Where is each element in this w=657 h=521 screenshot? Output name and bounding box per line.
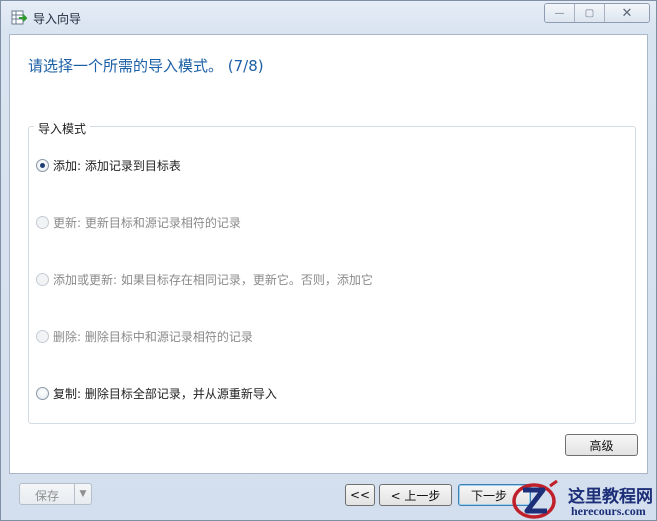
caption-buttons: — ▢ ✕ (544, 3, 650, 23)
import-mode-legend: 导入模式 (34, 120, 91, 137)
table-import-icon (11, 10, 29, 26)
radio-icon[interactable] (36, 387, 49, 400)
option-delete[interactable]: 删除: 删除目标中和源记录相符的记录 (36, 328, 253, 345)
title-bar[interactable]: 导入向导 — ▢ ✕ (1, 1, 656, 35)
option-copy[interactable]: 复制: 删除目标全部记录，并从源重新导入 (36, 385, 277, 402)
page-title: 请选择一个所需的导入模式。 (7/8) (28, 57, 264, 75)
wizard-page: 请选择一个所需的导入模式。 (7/8) 导入模式 添加: 添加记录到目标表 更新… (9, 34, 648, 474)
radio-icon[interactable] (36, 330, 49, 343)
minimize-button[interactable]: — (545, 4, 575, 22)
option-append[interactable]: 添加: 添加记录到目标表 (36, 157, 181, 174)
radio-selected-icon[interactable] (36, 159, 49, 172)
radio-icon[interactable] (36, 273, 49, 286)
save-button[interactable]: 保存 ▼ (19, 483, 92, 505)
option-update[interactable]: 更新: 更新目标和源记录相符的记录 (36, 214, 241, 231)
option-label: 添加: 添加记录到目标表 (53, 159, 181, 173)
radio-icon[interactable] (36, 216, 49, 229)
option-append-or-update[interactable]: 添加或更新: 如果目标存在相同记录，更新它。否则，添加它 (36, 271, 373, 288)
import-wizard-window: 导入向导 — ▢ ✕ 请选择一个所需的导入模式。 (7/8) 导入模式 添加: … (0, 0, 657, 521)
previous-button[interactable]: < 上一步 (379, 484, 452, 506)
maximize-button[interactable]: ▢ (575, 4, 605, 22)
advanced-button[interactable]: 高级 (565, 434, 638, 456)
dropdown-arrow-icon[interactable]: ▼ (74, 484, 91, 504)
option-label: 更新: 更新目标和源记录相符的记录 (53, 216, 241, 230)
first-page-button[interactable]: << (345, 484, 375, 506)
save-button-label: 保存 (35, 489, 60, 503)
site-watermark: 这里教程网 herecours.com (508, 478, 657, 521)
option-label: 删除: 删除目标中和源记录相符的记录 (53, 330, 253, 344)
watermark-url: herecours.com (571, 504, 646, 518)
close-button[interactable]: ✕ (605, 4, 649, 22)
window-title: 导入向导 (33, 12, 82, 26)
option-label: 添加或更新: 如果目标存在相同记录，更新它。否则，添加它 (53, 273, 373, 287)
watermark-logo-icon (512, 480, 558, 519)
option-label: 复制: 删除目标全部记录，并从源重新导入 (53, 387, 277, 401)
